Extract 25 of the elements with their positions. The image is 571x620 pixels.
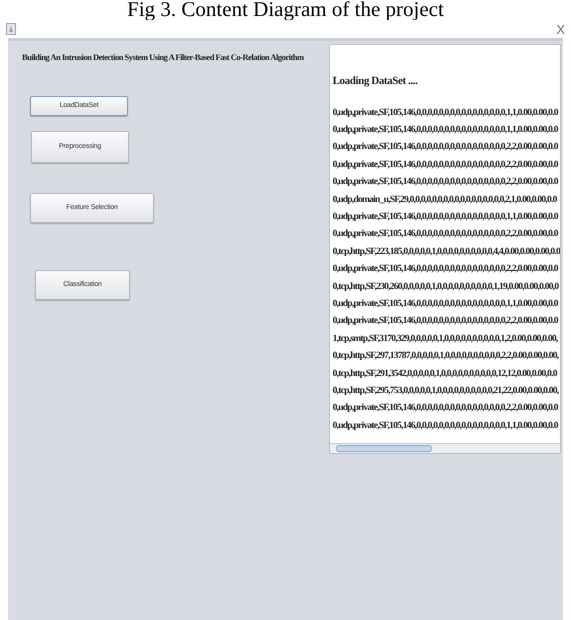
app-title: Building An Intrusion Detection System Using A Filter-Based Fast Co-Relation Algorithm [22,51,304,64]
app-icon [6,23,16,35]
data-record-line: 0,tcp,http,SF,291,3542,0,0,0,0,0,1,0,0,0,0,0,0,0,0,0,0,12,12,0.00,0.00,0.0 [332,368,557,381]
data-record-line: 0,udp,private,SF,105,146,0,0,0,0,0,0,0,0,0,0,0,0,0,0,0,0,1,1,0.00,0.00,0.0 [332,106,558,120]
data-record-line: 0,udp,private,SF,105,146,0,0,0,0,0,0,0,0,0,0,0,0,0,0,0,0,2,2,0.00,0.00,0.0 [332,402,558,416]
data-record-line: 0,udp,private,SF,105,146,0,0,0,0,0,0,0,0,0,0,0,0,0,0,0,0,2,2,0.00,0.00,0.0 [332,141,558,154]
close-button[interactable]: X [556,22,565,36]
data-record-line: 0,tcp,http,SF,223,185,0,0,0,0,0,1,0,0,0,0,0,0,0,0,0,0,4,4,0.00,0.00,0.00,0.0 [332,246,560,259]
data-record-line: 0,udp,private,SF,105,146,0,0,0,0,0,0,0,0,0,0,0,0,0,0,0,0,2,2,0.00,0.00,0.0 [332,228,558,242]
data-record-line: 0,tcp,http,SF,230,260,0,0,0,0,0,1,0,0,0,0,0,0,0,0,0,0,1,19,0.00,0.00,0.00,0 [332,280,558,294]
data-record-line: 0,udp,private,SF,105,146,0,0,0,0,0,0,0,0,0,0,0,0,0,0,0,0,2,2,0.00,0.00,0.0 [332,176,558,190]
horizontal-scrollbar[interactable] [330,443,560,453]
data-record-line: 0,udp,private,SF,105,146,0,0,0,0,0,0,0,0,0,0,0,0,0,0,0,0,1,1,0.00,0.00,0.0 [332,124,558,137]
data-record-line: 0,udp,private,SF,105,146,0,0,0,0,0,0,0,0,0,0,0,0,0,0,0,0,2,2,0.00,0.00,0.0 [332,158,558,172]
data-record-line: 1,tcp,smtp,SF,3170,329,0,0,0,0,0,1,0,0,0,0,0,0,0,0,0,0,1,2,0.00,0.00,0.00, [332,332,558,346]
scrollbar-thumb[interactable] [336,445,432,452]
data-record-line: 0,tcp,http,SF,297,13787,0,0,0,0,0,1,0,0,0,0,0,0,0,0,0,0,2,2,0.00,0.00,0.00, [332,350,558,364]
data-record-line: 0,tcp,http,SF,295,753,0,0,0,0,0,1,0,0,0,0,0,0,0,0,0,0,21,22,0.00,0.00,0.00, [332,385,558,398]
data-record-line: 0,udp,private,SF,105,146,0,0,0,0,0,0,0,0,0,0,0,0,0,0,0,0,1,1,0.00,0.00,0.0 [332,298,558,311]
data-record-line: 0,udp,private,SF,105,146,0,0,0,0,0,0,0,0,0,0,0,0,0,0,0,0,1,1,0.00,0.00,0.0 [332,210,558,224]
data-record-line: 0,udp,private,SF,105,146,0,0,0,0,0,0,0,0,0,0,0,0,0,0,0,0,2,2,0.00,0.00,0.0 [332,263,558,276]
data-record-line: 0,udp,private,SF,105,146,0,0,0,0,0,0,0,0,0,0,0,0,0,0,0,0,1,1,0.00,0.00,0.0 [332,420,558,433]
data-record-line: 0,udp,private,SF,105,146,0,0,0,0,0,0,0,0,0,0,0,0,0,0,0,0,2,2,0.00,0.00,0.0 [332,315,558,328]
data-record-line: 0,udp,domain_u,SF,29,0,0,0,0,0,0,0,0,0,0,0,0,0,0,0,0,0,2,1,0.00,0.00,0.0 [332,194,557,207]
loading-message: Loading DataSet .... [332,74,418,89]
